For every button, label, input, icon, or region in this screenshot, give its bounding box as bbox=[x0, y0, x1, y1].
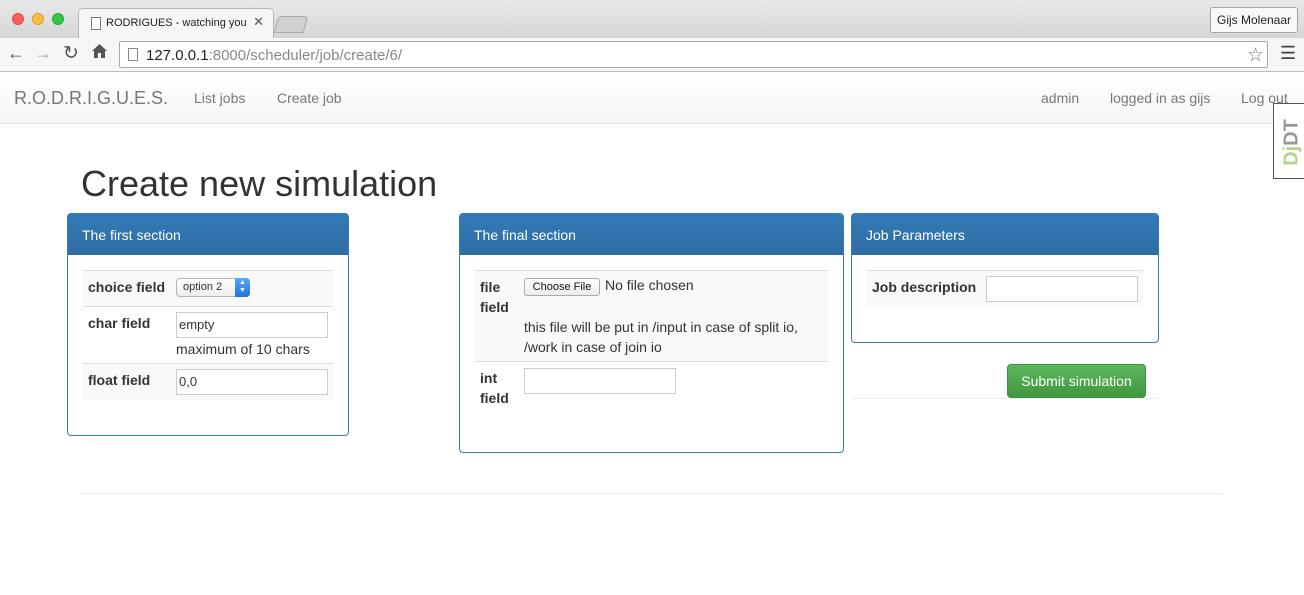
debug-toolbar-handle[interactable]: DjDT bbox=[1273, 103, 1304, 179]
job-description-input[interactable] bbox=[986, 276, 1138, 302]
choice-field-select[interactable]: option 2 ▲ ▼ bbox=[176, 278, 250, 297]
choose-file-button[interactable]: Choose File bbox=[524, 278, 600, 296]
tab-title: RODRIGUES - watching you bbox=[106, 17, 247, 29]
tab-close-icon[interactable]: ✕ bbox=[253, 14, 264, 30]
job-description-label: Job description bbox=[872, 279, 977, 295]
browser-toolbar: ← → ↻ 127.0.0.1:8000/scheduler/job/creat… bbox=[0, 38, 1304, 72]
no-file-chosen-text: No file chosen bbox=[605, 277, 694, 293]
final-section-panel: The final section file field Choose File… bbox=[459, 213, 844, 453]
bookmark-star-icon[interactable]: ☆ bbox=[1247, 44, 1264, 67]
choice-field-value: option 2 bbox=[183, 281, 223, 293]
file-field-label-2: field bbox=[480, 299, 509, 315]
hamburger-menu-icon[interactable]: ☰ bbox=[1280, 43, 1296, 64]
float-field-input[interactable]: 0,0 bbox=[176, 369, 328, 395]
page-icon bbox=[91, 17, 101, 30]
home-icon[interactable] bbox=[91, 43, 108, 64]
char-field-label: char field bbox=[88, 315, 151, 331]
panel-heading: The final section bbox=[460, 214, 843, 255]
nav-list-jobs[interactable]: List jobs bbox=[194, 90, 245, 106]
window-close-button[interactable] bbox=[12, 13, 24, 25]
float-field-label: float field bbox=[88, 372, 151, 388]
window-minimize-button[interactable] bbox=[32, 13, 44, 25]
form-divider bbox=[852, 398, 1158, 399]
page-icon bbox=[128, 48, 138, 61]
int-field-label: int bbox=[480, 370, 498, 386]
char-field-help: maximum of 10 chars bbox=[176, 341, 310, 357]
file-field-label: file bbox=[480, 279, 501, 295]
page-title: Create new simulation bbox=[81, 163, 438, 204]
choice-field-label: choice field bbox=[88, 279, 166, 295]
panel-heading: Job Parameters bbox=[852, 214, 1158, 255]
new-tab-button[interactable] bbox=[273, 16, 309, 33]
forward-arrow-icon[interactable]: → bbox=[34, 43, 52, 64]
char-field-input[interactable]: empty bbox=[176, 312, 328, 338]
submit-simulation-button[interactable]: Submit simulation bbox=[1007, 364, 1146, 398]
profile-button[interactable]: Gijs Molenaar bbox=[1210, 7, 1298, 33]
int-field-label-2: field bbox=[480, 390, 509, 406]
back-arrow-icon[interactable]: ← bbox=[7, 43, 25, 64]
window-maximize-button[interactable] bbox=[52, 13, 64, 25]
file-field-help-2: /work in case of join io bbox=[524, 339, 662, 355]
brand-link[interactable]: R.O.D.R.I.G.U.E.S. bbox=[14, 88, 168, 109]
nav-admin[interactable]: admin bbox=[1041, 90, 1079, 106]
address-bar[interactable]: 127.0.0.1:8000/scheduler/job/create/6/ ☆ bbox=[119, 41, 1268, 68]
int-field-input[interactable] bbox=[524, 368, 676, 394]
djdt-logo: DjDT bbox=[1280, 119, 1303, 166]
nav-create-job[interactable]: Create job bbox=[277, 90, 342, 106]
select-arrows-icon: ▲ ▼ bbox=[235, 278, 250, 297]
url-text[interactable]: 127.0.0.1:8000/scheduler/job/create/6/ bbox=[146, 47, 402, 64]
browser-tab[interactable]: RODRIGUES - watching you ✕ bbox=[78, 8, 274, 38]
app-navbar: R.O.D.R.I.G.U.E.S. List jobs Create job … bbox=[0, 72, 1304, 124]
browser-titlebar: RODRIGUES - watching you ✕ Gijs Molenaar bbox=[0, 0, 1304, 38]
panel-heading: The first section bbox=[68, 214, 348, 255]
nav-logged-in[interactable]: logged in as gijs bbox=[1110, 90, 1210, 106]
footer-divider bbox=[81, 493, 1222, 494]
first-section-panel: The first section choice field option 2 … bbox=[67, 213, 349, 436]
file-field-help: this file will be put in /input in case … bbox=[524, 319, 798, 335]
reload-icon[interactable]: ↻ bbox=[63, 42, 79, 65]
job-parameters-panel: Job Parameters Job description bbox=[851, 213, 1159, 343]
